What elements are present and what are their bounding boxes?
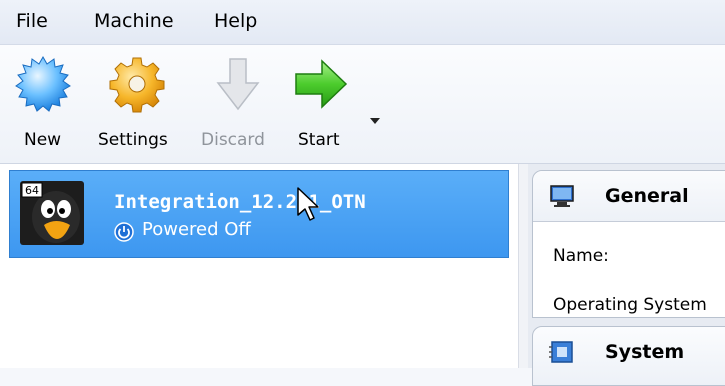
vm-state-label: Powered Off [142,219,251,240]
mouse-cursor-icon [297,187,319,221]
general-section-title: General [605,185,689,207]
toolbar: New Settings Discard Start [0,45,725,164]
new-vm-icon [15,55,71,112]
details-pane: General Name: Operating System System [528,164,725,386]
settings-gear-icon [109,57,165,113]
settings-button[interactable]: Settings [98,45,180,163]
linux-os-icon: 64 [20,181,84,245]
general-section: General Name: Operating System [532,170,725,318]
menu-bar: File Machine Help [0,0,725,45]
monitor-icon [550,185,574,207]
chip-icon [549,341,573,363]
discard-arrow-icon [216,58,260,111]
general-os-label: Operating System [553,295,707,315]
vm-name: Integration_12.2.1_OTN [114,191,366,213]
system-section[interactable]: System [532,326,725,386]
os-badge: 64 [25,184,39,197]
general-name-label: Name: [553,246,609,266]
discard-label: Discard [201,130,265,150]
vm-list: 64 Integration_12.2.1_OTN Powered Off [0,164,518,368]
system-section-title: System [605,341,685,363]
new-button[interactable]: New [14,45,84,163]
start-arrow-icon [295,59,348,109]
start-label: Start [298,130,340,150]
settings-label: Settings [98,130,168,150]
power-off-icon [114,222,134,242]
start-dropdown-arrow-icon[interactable] [370,118,380,124]
new-label: New [24,130,62,150]
menu-help[interactable]: Help [212,10,259,32]
menu-machine[interactable]: Machine [92,10,176,32]
discard-button[interactable]: Discard [199,45,275,163]
start-button[interactable]: Start [288,45,368,163]
vm-list-item[interactable]: 64 Integration_12.2.1_OTN Powered Off [9,170,509,258]
menu-file[interactable]: File [14,10,50,32]
general-section-header[interactable]: General [533,171,725,222]
